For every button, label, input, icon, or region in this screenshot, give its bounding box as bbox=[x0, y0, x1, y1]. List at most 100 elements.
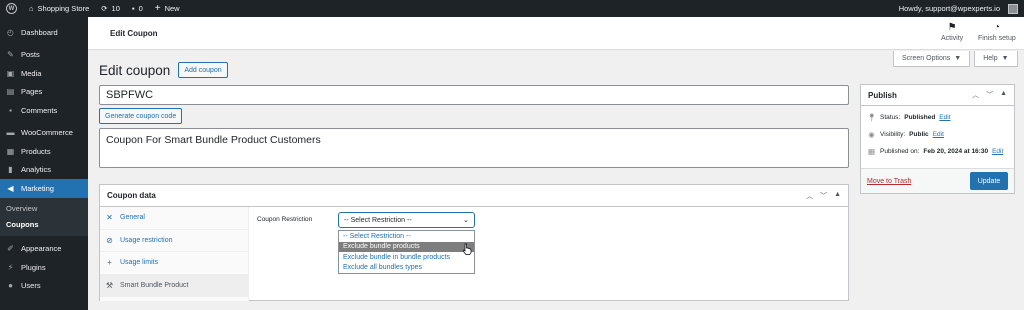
sidebar-item-analytics[interactable]: ▮ Analytics bbox=[0, 161, 88, 180]
brush-icon: ✐ bbox=[7, 244, 14, 254]
tab-label: Usage restriction bbox=[120, 236, 173, 244]
dashboard-icon: ◴ bbox=[7, 27, 14, 37]
products-icon: ▦ bbox=[6, 146, 15, 156]
plugin-icon: ⚡ bbox=[7, 262, 14, 272]
screen-options-button[interactable]: Screen Options ▼ bbox=[893, 51, 971, 67]
sidebar-item-plugins[interactable]: ⚡ Plugins bbox=[0, 258, 88, 277]
wordpress-logo-icon: W bbox=[6, 3, 17, 14]
block-icon: ⊘ bbox=[106, 235, 113, 245]
home-icon: ⌂ bbox=[29, 4, 34, 13]
analytics-icon: ▮ bbox=[8, 165, 13, 175]
pages-icon: ▤ bbox=[6, 87, 15, 97]
dropdown-option[interactable]: Exclude bundle in bundle products bbox=[339, 252, 474, 263]
comment-bubble-icon: ▪ bbox=[131, 4, 135, 13]
eye-icon: ◉ bbox=[868, 130, 875, 139]
howdy-text: Howdy, support@wpexperts.io bbox=[898, 4, 1000, 13]
plus-icon: + bbox=[107, 258, 112, 268]
coupon-code-input[interactable]: SBPFWC bbox=[99, 85, 849, 105]
help-button[interactable]: Help ▼ bbox=[974, 51, 1018, 67]
sidebar-item-posts[interactable]: ✎ Posts bbox=[0, 46, 88, 65]
media-icon: ▣ bbox=[6, 68, 15, 78]
finish-setup-label: Finish setup bbox=[978, 35, 1016, 42]
sidebar-item-label: Marketing bbox=[21, 183, 54, 193]
sidebar-item-label: Products bbox=[21, 146, 51, 156]
add-coupon-button[interactable]: Add coupon bbox=[178, 62, 228, 78]
marketing-submenu: Overview Coupons bbox=[0, 197, 88, 236]
status-value: Published bbox=[904, 114, 936, 121]
coupon-data-tabs: ✕ General ⊘ Usage restriction + Usage limit… bbox=[100, 207, 249, 301]
screen-meta-links: Screen Options ▼ Help ▼ bbox=[893, 51, 1018, 67]
chevron-down-icon[interactable]: ﹀ bbox=[986, 90, 993, 100]
generate-coupon-code-button[interactable]: Generate coupon code bbox=[99, 108, 183, 124]
update-button[interactable]: Update bbox=[970, 172, 1008, 190]
tab-usage-restriction[interactable]: ⊘ Usage restriction bbox=[100, 230, 248, 252]
sidebar-item-comments[interactable]: ▪ Comments bbox=[0, 101, 88, 120]
finish-setup-button[interactable]: ◔ Finish setup bbox=[978, 22, 1016, 42]
dropdown-option-highlighted[interactable]: Exclude bundle products bbox=[339, 241, 474, 252]
comment-icon: ▪ bbox=[9, 105, 12, 115]
chevron-up-icon[interactable]: ︿ bbox=[972, 90, 979, 100]
site-name: Shopping Store bbox=[37, 4, 90, 13]
comments-link[interactable]: ▪ 0 bbox=[126, 0, 149, 17]
edit-date-link[interactable]: Edit bbox=[992, 148, 1003, 155]
chevron-up-icon[interactable]: ︿ bbox=[806, 191, 813, 201]
publish-header: Publish ︿ ﹀ ▲ bbox=[861, 85, 1014, 106]
tab-general[interactable]: ✕ General bbox=[100, 207, 248, 230]
tab-label: Smart Bundle Product bbox=[120, 281, 189, 289]
chevron-down-icon: ⌄ bbox=[463, 217, 469, 224]
sidebar-item-label: Appearance bbox=[21, 244, 62, 254]
sidebar-item-label: WooCommerce bbox=[21, 128, 73, 138]
site-name-link[interactable]: ⌂ Shopping Store bbox=[23, 0, 95, 17]
sidebar-item-products[interactable]: ▦ Products bbox=[0, 142, 88, 161]
page-title: Edit coupon bbox=[99, 62, 171, 78]
sidebar-item-label: Pages bbox=[21, 87, 43, 97]
calendar-icon: ▦ bbox=[867, 147, 876, 156]
chevron-down-icon[interactable]: ﹀ bbox=[820, 191, 827, 201]
new-content-link[interactable]: + New bbox=[149, 0, 186, 17]
sidebar-item-appearance[interactable]: ✐ Appearance bbox=[0, 240, 88, 259]
activity-label: Activity bbox=[941, 35, 964, 42]
header-title: Edit Coupon bbox=[110, 29, 158, 38]
submenu-item-coupons[interactable]: Coupons bbox=[0, 217, 88, 233]
help-label: Help bbox=[983, 55, 998, 62]
sidebar-item-dashboard[interactable]: ◴ Dashboard bbox=[0, 23, 88, 42]
wp-logo-menu[interactable]: W bbox=[0, 0, 23, 17]
plus-icon: + bbox=[154, 3, 161, 14]
page-heading: Edit coupon Add coupon bbox=[99, 62, 228, 78]
status-label: Status: bbox=[880, 114, 901, 121]
restriction-dropdown-list: -- Select Restriction -- Exclude bundle … bbox=[338, 230, 475, 274]
admin-bar: W ⌂ Shopping Store ⟳ 10 ▪ 0 + New Howdy,… bbox=[0, 0, 1024, 17]
sidebar-item-marketing[interactable]: ◀ Marketing bbox=[0, 179, 88, 198]
tab-usage-limits[interactable]: + Usage limits bbox=[100, 252, 248, 275]
caret-up-icon[interactable]: ▲ bbox=[834, 191, 841, 201]
sidebar-item-label: Dashboard bbox=[21, 27, 58, 37]
dropdown-option[interactable]: -- Select Restriction -- bbox=[339, 231, 474, 242]
coupon-data-panel: Coupon data ︿ ﹀ ▲ ✕ General ⊘ Usage restri… bbox=[99, 184, 849, 301]
activity-button[interactable]: ⚑ Activity bbox=[941, 22, 963, 42]
submenu-item-overview[interactable]: Overview bbox=[0, 201, 88, 217]
wrench-icon: ⚒ bbox=[105, 280, 114, 290]
caret-up-icon[interactable]: ▲ bbox=[1000, 90, 1007, 100]
dropdown-option[interactable]: Exclude all bundles types bbox=[339, 263, 474, 274]
coupon-data-header: Coupon data ︿ ﹀ ▲ bbox=[100, 185, 848, 207]
account-menu[interactable]: Howdy, support@wpexperts.io bbox=[893, 0, 1024, 17]
tab-label: Usage limits bbox=[120, 259, 159, 267]
publish-panel: Publish ︿ ﹀ ▲ 📍︎ Status: Published Edit … bbox=[860, 84, 1015, 194]
sidebar-item-pages[interactable]: ▤ Pages bbox=[0, 83, 88, 102]
edit-visibility-link[interactable]: Edit bbox=[933, 131, 944, 138]
screen-options-label: Screen Options bbox=[902, 55, 951, 62]
tab-smart-bundle-product[interactable]: ⚒ Smart Bundle Product bbox=[100, 274, 248, 297]
updates-link[interactable]: ⟳ 10 bbox=[95, 0, 126, 17]
coupon-description-textarea[interactable]: Coupon For Smart Bundle Product Customer… bbox=[99, 128, 849, 168]
coupon-restriction-select[interactable]: -- Select Restriction -- ⌄ bbox=[338, 212, 475, 228]
edit-status-link[interactable]: Edit bbox=[939, 114, 950, 121]
sidebar-item-label: Comments bbox=[21, 105, 58, 115]
sidebar-item-users[interactable]: ● Users bbox=[0, 277, 88, 296]
sidebar-item-woocommerce[interactable]: ▬ WooCommerce bbox=[0, 124, 88, 143]
visibility-label: Visibility: bbox=[880, 131, 906, 138]
comments-count: 0 bbox=[138, 4, 143, 13]
move-to-trash-link[interactable]: Move to Trash bbox=[867, 178, 911, 185]
sidebar-item-media[interactable]: ▣ Media bbox=[0, 64, 88, 83]
coupon-restriction-label: Coupon Restriction bbox=[257, 216, 313, 223]
pin-icon: 📍︎ bbox=[866, 113, 877, 122]
